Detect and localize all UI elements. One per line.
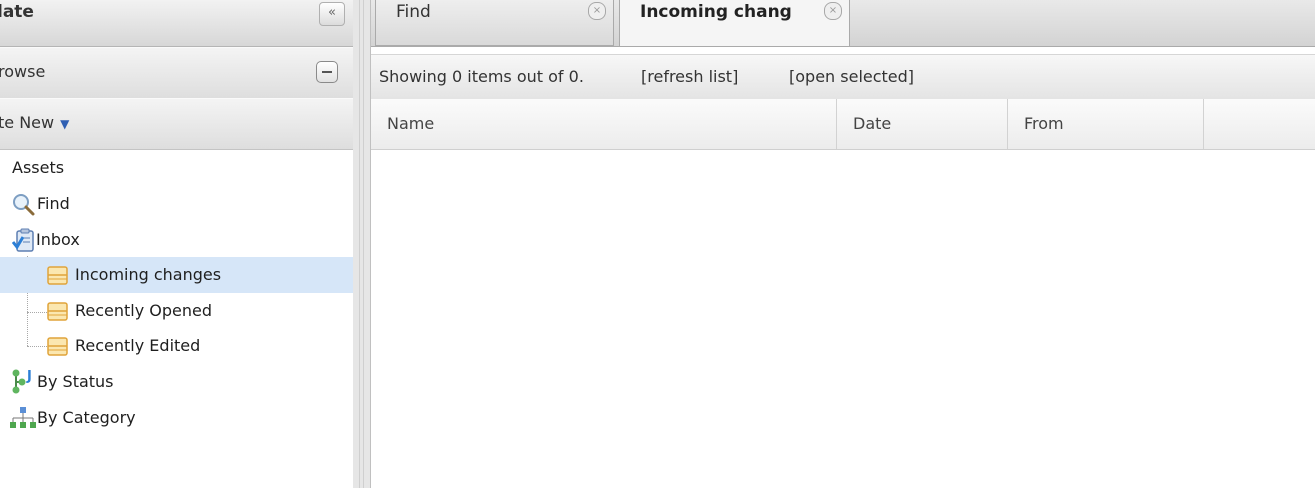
tab-incoming-changes[interactable]: Incoming chang × [619,0,850,46]
tree-item-label: Find [37,194,70,213]
tree-item-assets[interactable]: Assets [0,150,353,186]
create-new-menu[interactable]: te New ▼ [0,98,353,150]
splitter-grip [359,0,364,488]
list-toolbar: Showing 0 items out of 0. [refresh list]… [371,54,1315,100]
tree-item-inbox[interactable]: Inbox [0,222,353,258]
refresh-list-link[interactable]: [refresh list] [641,55,738,99]
create-new-label: te New [0,113,55,132]
collapse-panel-button[interactable]: « [319,2,345,26]
content-area: Find × Incoming chang × Showing 0 items … [371,0,1315,488]
column-name[interactable]: Name [371,99,837,149]
column-label: From [1024,114,1064,133]
tree-item-recently-opened[interactable]: Recently Opened [0,293,353,329]
tray-icon [47,302,68,321]
results-list [371,150,1315,488]
tree-item-label: By Status [37,372,114,391]
navigator-title: late [0,2,34,22]
tree-item-label: Recently Opened [75,301,213,320]
open-selected-link[interactable]: [open selected] [789,55,914,99]
tree-item-by-status[interactable]: J By Status [0,364,353,400]
column-label: Name [387,114,435,133]
tree-item-label: Assets [12,158,65,177]
status-tree-icon: J [12,369,32,394]
double-chevron-left-icon: « [328,5,336,20]
column-label: Date [853,114,892,133]
status-text: Showing 0 items out of 0. [379,67,584,86]
browse-section-header[interactable]: rowse [0,47,353,99]
column-from[interactable]: From [1008,99,1204,149]
tab-label: Find [396,2,431,22]
tree-item-incoming-changes[interactable]: Incoming changes [0,257,353,293]
column-date[interactable]: Date [837,99,1008,149]
close-icon[interactable]: × [824,2,842,20]
clipboard-check-icon [12,228,34,252]
navigator-panel: late « rowse te New ▼ Assets Find Inbox [0,0,354,488]
tab-bar: Find × Incoming chang × [371,0,1315,47]
tab-find[interactable]: Find × [375,0,614,46]
panel-splitter[interactable] [353,0,371,488]
tab-label: Incoming chang [640,2,792,22]
tree-item-label: Inbox [36,230,80,249]
tree-item-find[interactable]: Find [0,186,353,222]
category-hierarchy-icon [10,407,36,428]
dropdown-caret-icon: ▼ [60,117,70,131]
tray-icon [47,337,68,356]
tree-item-label: Incoming changes [75,265,222,284]
close-icon[interactable]: × [588,2,606,20]
browse-label: rowse [0,62,46,81]
tree-item-label: By Category [37,408,136,427]
tray-icon [47,266,68,285]
column-header: Name Date From [371,99,1315,150]
navigator-header: late « [0,0,353,47]
tree-item-recently-edited[interactable]: Recently Edited [0,328,353,364]
svg-text:J: J [26,369,32,384]
collapse-section-icon[interactable] [316,61,338,83]
magnifier-icon [13,194,35,216]
tree-item-label: Recently Edited [75,336,201,355]
tree-item-by-category[interactable]: By Category [0,400,353,436]
